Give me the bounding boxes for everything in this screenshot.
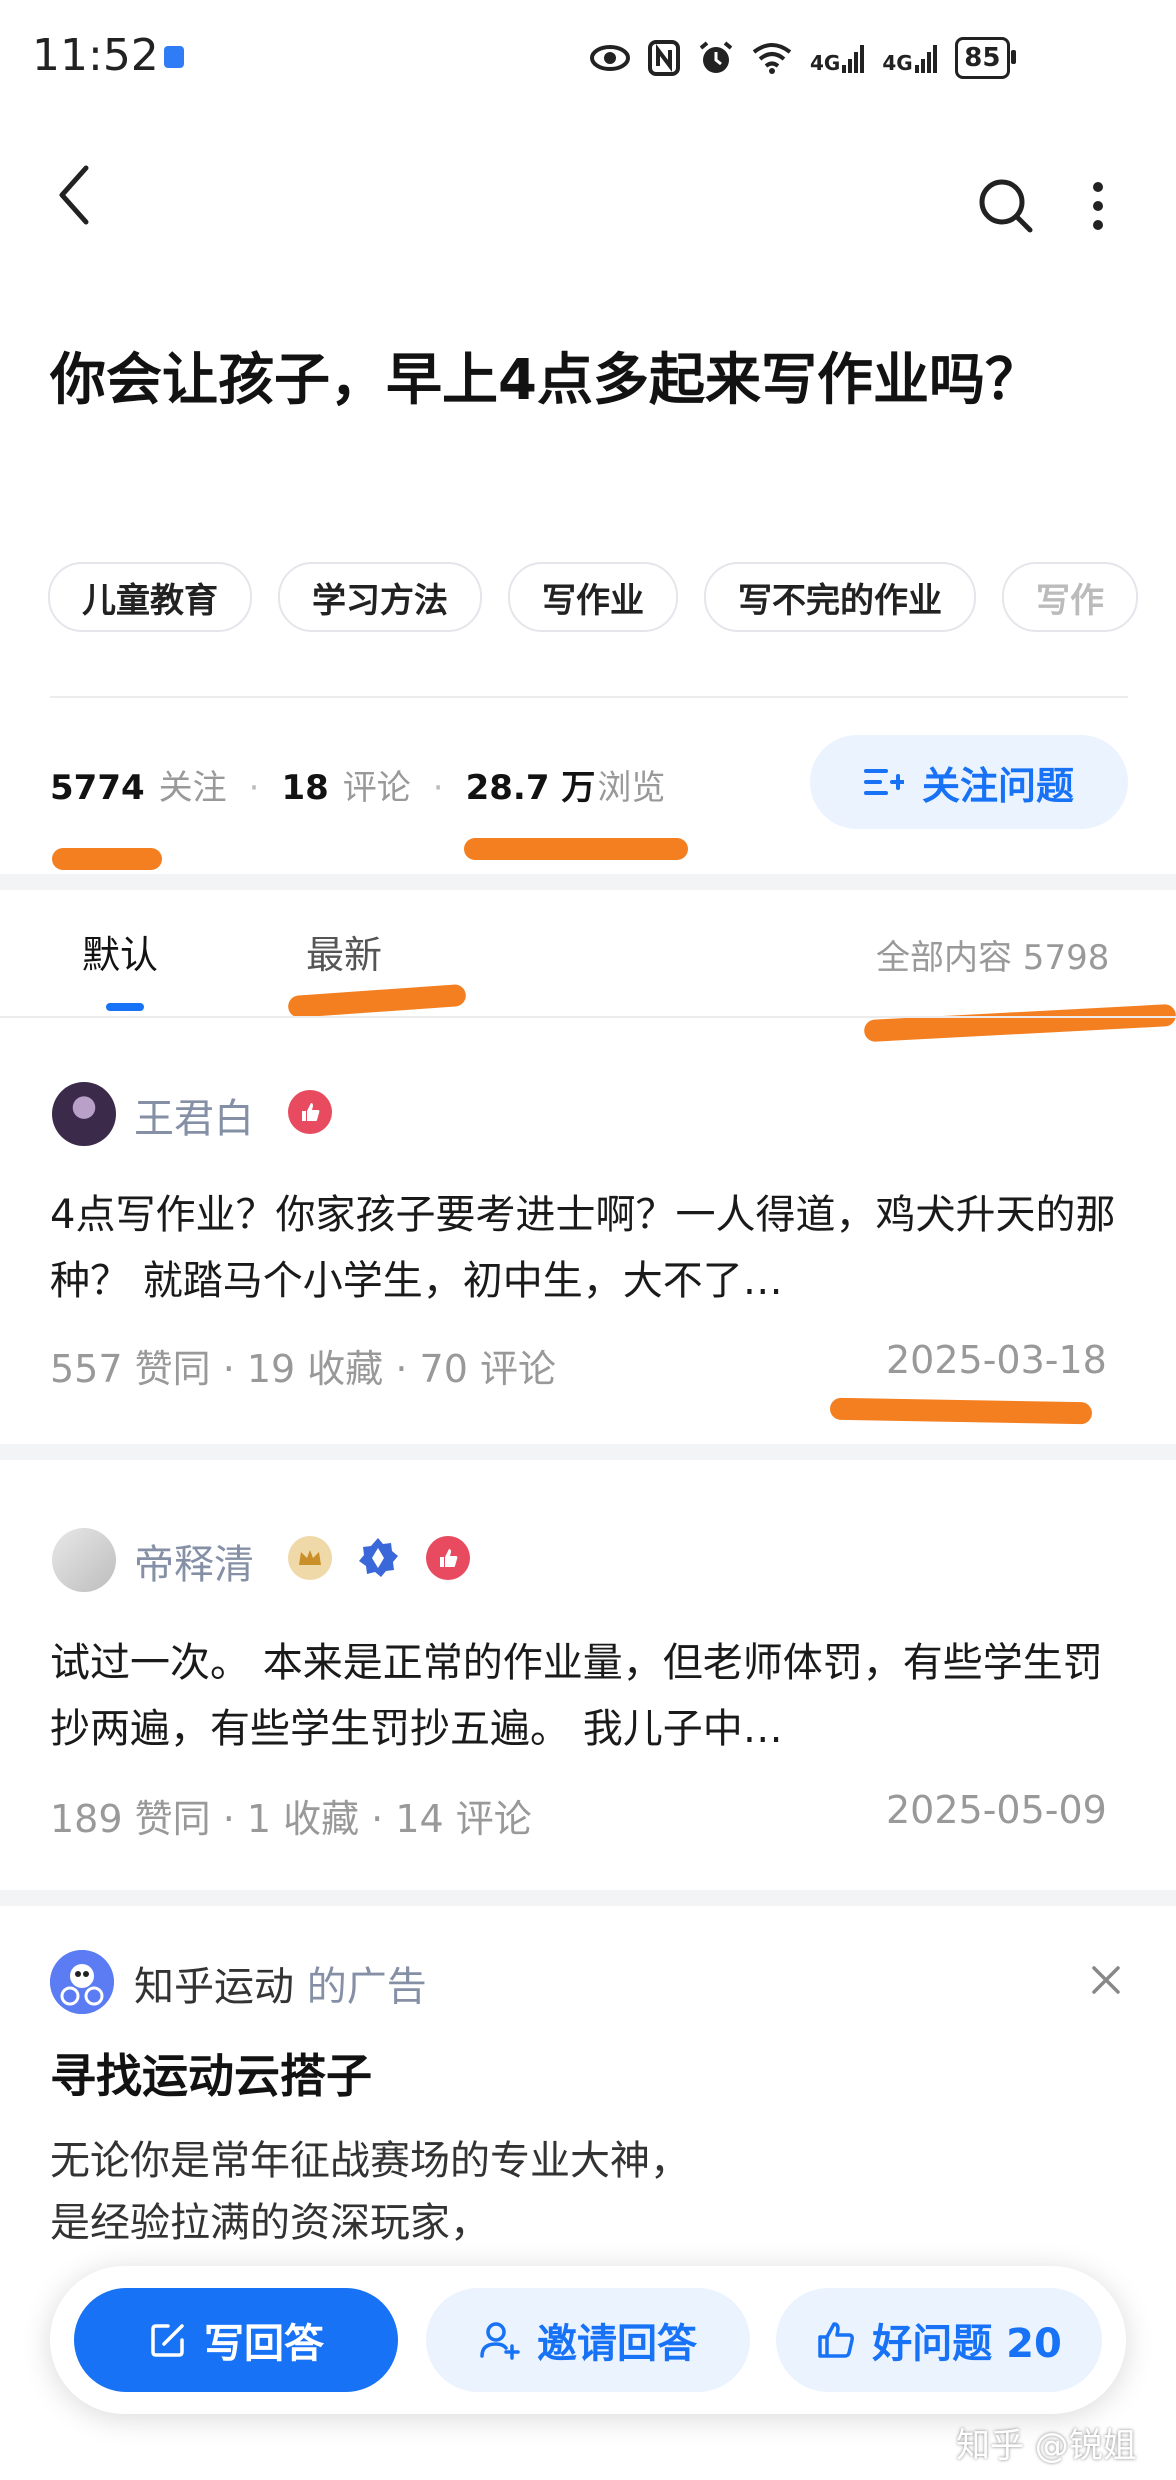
sponsor-name[interactable]: 知乎运动 <box>134 1964 294 2010</box>
answer-meta: 189 赞同 · 1 收藏 · 14 评论 <box>50 1797 532 1841</box>
crown-badge-icon <box>288 1536 332 1580</box>
eye-icon <box>590 38 630 78</box>
sponsor-suffix: 的广告 <box>306 1964 427 2010</box>
follow-question-button[interactable]: 关注问题 <box>810 735 1128 829</box>
invite-answer-button[interactable]: 邀请回答 <box>426 2288 750 2392</box>
alarm-icon <box>698 38 734 78</box>
tab-latest[interactable]: 最新 <box>306 924 382 979</box>
followers-label: 关注 <box>158 768 227 808</box>
avatar[interactable] <box>52 1082 116 1146</box>
status-bar: 11:52 4G 4G 85 <box>0 0 1176 120</box>
tag-chip[interactable]: 学习方法 <box>278 562 482 632</box>
edit-icon <box>151 2324 184 2357</box>
answer-card[interactable]: 王君白 4点写作业？你家孩子要考进士啊？一人得道，鸡犬升天的那种？ 就踏马个小学… <box>0 1020 1176 1440</box>
thumbs-up-badge-icon <box>426 1536 470 1580</box>
write-answer-button[interactable]: 写回答 <box>74 2288 398 2392</box>
highlight-mark <box>287 983 467 1019</box>
followers-count: 5774 <box>50 768 145 808</box>
battery-indicator: 85 <box>954 37 1017 79</box>
ad-body[interactable]: 无论你是常年征战赛场的专业大神， 是经验拉满的资深玩家， <box>50 2130 1130 2254</box>
sponsor-avatar[interactable] <box>50 1950 114 2014</box>
cell-signal-2: 4G <box>882 43 937 73</box>
views-label: 浏览 <box>597 768 666 808</box>
watermark: 知乎 @锐姐 <box>956 2426 1137 2466</box>
more-vertical-icon <box>1093 182 1103 192</box>
tag-chip[interactable]: 写不完的作业 <box>704 562 976 632</box>
write-answer-label: 写回答 <box>204 2321 324 2367</box>
search-button[interactable] <box>976 176 1036 236</box>
question-title: 你会让孩子，早上4点多起来写作业吗？ <box>50 348 1041 413</box>
list-add-icon <box>863 769 904 795</box>
ad-title[interactable]: 寻找运动云搭子 <box>50 2040 372 2106</box>
good-question-button[interactable]: 好问题 20 <box>776 2288 1102 2392</box>
ad-sponsor: 知乎运动 的广告 <box>134 1954 427 2012</box>
answer-meta: 557 赞同 · 19 收藏 · 70 评论 <box>50 1347 556 1391</box>
tag-chip[interactable]: 写作 <box>1002 562 1138 632</box>
status-time: 11:52 <box>32 30 159 81</box>
answer-date: 2025-05-09 <box>886 1788 1107 1832</box>
verified-badge-icon <box>356 1536 400 1580</box>
invite-user-icon <box>480 2322 520 2360</box>
section-gap <box>0 1444 1176 1460</box>
close-ad-button[interactable] <box>1086 1960 1126 2000</box>
more-button[interactable] <box>1080 176 1116 236</box>
close-icon <box>1092 1966 1120 1994</box>
answer-date: 2025-03-18 <box>886 1338 1107 1382</box>
back-button[interactable] <box>50 160 120 240</box>
wifi-icon <box>752 38 792 78</box>
comments-count[interactable]: 18 <box>281 768 328 808</box>
tag-chip[interactable]: 儿童教育 <box>48 562 252 632</box>
section-gap <box>0 874 1176 890</box>
nfc-icon <box>648 38 680 78</box>
good-question-label: 好问题 20 <box>872 2321 1062 2367</box>
section-gap <box>0 1890 1176 1906</box>
author-name[interactable]: 王君白 <box>134 1086 254 1144</box>
answer-excerpt[interactable]: 4点写作业？你家孩子要考进士啊？一人得道，鸡犬升天的那种？ 就踏马个小学生，初中… <box>50 1182 1130 1314</box>
topic-tags: 儿童教育 学习方法 写作业 写不完的作业 写作 <box>48 562 1176 632</box>
cell-signal-1: 4G <box>810 43 865 73</box>
search-icon <box>979 179 1033 233</box>
tab-default[interactable]: 默认 <box>82 924 158 979</box>
follow-question-label: 关注问题 <box>921 763 1074 808</box>
divider <box>0 1016 1176 1018</box>
question-stats: 5774 关注 · 18 评论 · 28.7 万 浏览 <box>50 760 665 810</box>
avatar[interactable] <box>52 1528 116 1592</box>
status-icons: 4G 4G 85 <box>590 30 1017 86</box>
tab-active-indicator <box>106 1003 144 1011</box>
highlight-mark <box>464 838 688 860</box>
ad-body-line: 无论你是常年征战赛场的专业大神， <box>50 2138 690 2184</box>
answer-excerpt[interactable]: 试过一次。 本来是正常的作业量，但老师体罚，有些学生罚抄两遍，有些学生罚抄五遍。… <box>50 1630 1130 1762</box>
all-content-count[interactable]: 全部内容 5798 <box>876 930 1109 979</box>
answer-card[interactable]: 帝释清 试过一次。 本来是正常的作业量，但老师体罚，有些学生罚抄两遍，有些学生罚… <box>0 1460 1176 1890</box>
tag-chip[interactable]: 写作业 <box>508 562 678 632</box>
thumbs-up-icon <box>818 2322 855 2358</box>
comments-label[interactable]: 评论 <box>343 760 411 809</box>
chevron-left-icon <box>59 165 89 225</box>
views-count: 28.7 万 <box>465 768 596 808</box>
sim-icon <box>164 46 184 68</box>
author-name[interactable]: 帝释清 <box>134 1532 254 1590</box>
highlight-mark <box>829 1397 1093 1425</box>
ad-body-line: 是经验拉满的资深玩家， <box>50 2200 490 2246</box>
thumbs-up-badge-icon <box>288 1090 332 1134</box>
invite-answer-label: 邀请回答 <box>537 2321 697 2367</box>
divider <box>50 696 1128 698</box>
bottom-action-bar: 写回答 邀请回答 好问题 20 <box>50 2266 1126 2414</box>
highlight-mark <box>52 848 162 870</box>
